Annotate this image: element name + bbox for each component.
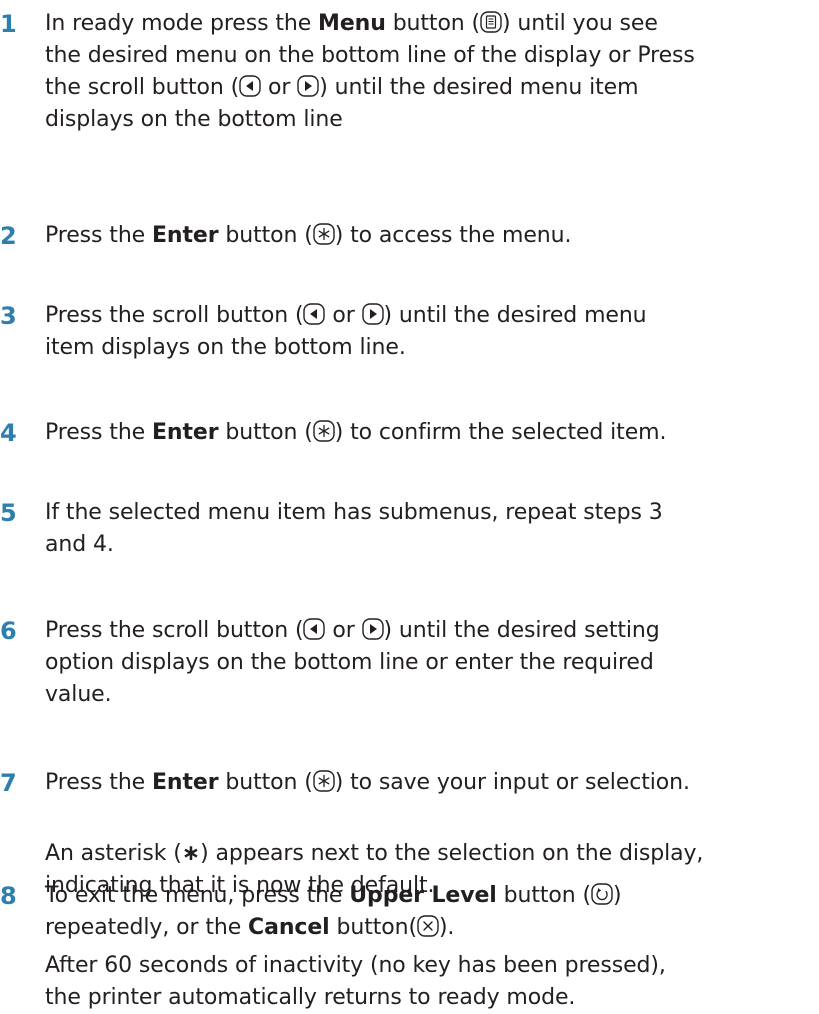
text-line: the desired menu on the bottom line of t… <box>45 40 815 72</box>
text-line: and 4. <box>45 529 815 561</box>
text-line: the scroll button ( or ) until the desir… <box>45 72 815 104</box>
scroll-right-icon <box>297 75 319 97</box>
text-run: item displays on the bottom line. <box>45 335 406 360</box>
scroll-left-icon <box>303 618 326 640</box>
step-text: Press the Enter button ( ) to save your i… <box>45 767 815 799</box>
menu-button-icon <box>480 11 502 33</box>
bold-term: Cancel <box>248 915 330 940</box>
text-run: and 4. <box>45 532 114 557</box>
text-run: Press the <box>45 420 152 445</box>
text-line: the printer automatically returns to rea… <box>45 982 815 1014</box>
step-text: To exit the menu, press the Upper Level … <box>45 880 815 944</box>
text-run: or <box>261 75 298 100</box>
enter-button-icon <box>313 420 335 442</box>
step-number: 5 <box>0 499 17 527</box>
step-text: In ready mode press the Menu button ( ) u… <box>45 8 815 136</box>
step-number: 3 <box>0 302 17 330</box>
step-number: 1 <box>0 10 17 38</box>
text-run: ) until the desired setting <box>383 618 660 643</box>
step-text: If the selected menu item has submenus, … <box>45 497 815 561</box>
text-line: repeatedly, or the Cancel button(). <box>45 912 815 944</box>
text-run: ) until the desired menu <box>383 303 647 328</box>
text-run: An asterisk ( <box>45 841 182 866</box>
bold-term: Enter <box>152 420 219 445</box>
step-text: Press the scroll button ( or ) until the… <box>45 300 815 364</box>
text-run: or <box>325 618 362 643</box>
text-run: displays on the bottom line <box>45 107 343 132</box>
step-number: 7 <box>0 769 17 797</box>
text-line: displays on the bottom line <box>45 104 815 136</box>
text-run: In ready mode press the <box>45 11 319 36</box>
step-text: Press the Enter button ( ) to access the … <box>45 220 815 252</box>
bold-term: Upper Level <box>349 883 497 908</box>
text-run: Press the scroll button ( <box>45 303 304 328</box>
text-line: item displays on the bottom line. <box>45 332 815 364</box>
text-line: An asterisk (∗) appears next to the sele… <box>45 838 815 870</box>
scroll-right-icon <box>361 303 384 325</box>
text-run: ) <box>612 883 622 908</box>
enter-button-icon <box>313 223 335 245</box>
text-line: To exit the menu, press the Upper Level … <box>45 880 815 912</box>
step-number: 8 <box>0 882 17 910</box>
text-line: Press the Enter button ( ) to access the … <box>45 220 815 252</box>
bold-term: Enter <box>152 770 219 795</box>
text-line: Press the scroll button ( or ) until the… <box>45 615 815 647</box>
text-run: the desired menu on the bottom line of t… <box>45 43 695 68</box>
text-run: value. <box>45 682 112 707</box>
text-line: value. <box>45 679 815 711</box>
scroll-left-icon <box>303 303 326 325</box>
step-note: After 60 seconds of inactivity (no key h… <box>45 950 815 1014</box>
text-run: ) to save your input or selection. <box>334 770 690 795</box>
scroll-right-icon <box>361 618 384 640</box>
text-run: ) to confirm the selected item. <box>334 420 667 445</box>
text-line: Press the Enter button ( ) to save your i… <box>45 767 815 799</box>
bold-term: Enter <box>152 223 219 248</box>
text-line: In ready mode press the Menu button ( ) u… <box>45 8 815 40</box>
text-line: Press the Enter button ( ) to confirm the… <box>45 417 815 449</box>
text-run: ) until the desired menu item <box>319 75 639 100</box>
text-line: After 60 seconds of inactivity (no key h… <box>45 950 815 982</box>
text-run: After 60 seconds of inactivity (no key h… <box>45 953 666 978</box>
upper-level-button-icon <box>591 883 613 905</box>
text-run: Press the <box>45 770 152 795</box>
enter-button-icon <box>313 770 335 792</box>
text-run: ) until you see <box>502 11 658 36</box>
text-line: If the selected menu item has submenus, … <box>45 497 815 529</box>
step-text: Press the scroll button ( or ) until the… <box>45 615 815 711</box>
text-run: ) appears next to the selection on the d… <box>200 841 704 866</box>
bold-term: ∗ <box>181 841 201 866</box>
text-run: the scroll button ( <box>45 75 240 100</box>
text-run: button ( <box>385 11 481 36</box>
text-run: button( <box>329 915 417 940</box>
text-run: option displays on the bottom line or en… <box>45 650 654 675</box>
text-run: repeatedly, or the <box>45 915 249 940</box>
scroll-left-icon <box>239 75 261 97</box>
text-run: If the selected menu item has submenus, … <box>45 500 663 525</box>
text-run: Press the <box>45 223 152 248</box>
text-run: Press the scroll button ( <box>45 618 304 643</box>
text-run: ) to access the menu. <box>334 223 572 248</box>
step-number: 4 <box>0 419 17 447</box>
text-run: or <box>325 303 362 328</box>
text-line: Press the scroll button ( or ) until the… <box>45 300 815 332</box>
text-run: To exit the menu, press the <box>45 883 350 908</box>
bold-term: Menu <box>318 11 386 36</box>
cancel-button-icon <box>417 915 439 937</box>
step-text: Press the Enter button ( ) to confirm the… <box>45 417 815 449</box>
text-run: button ( <box>218 420 313 445</box>
text-run: ). <box>438 915 455 940</box>
text-run: button ( <box>218 770 313 795</box>
step-number: 6 <box>0 617 17 645</box>
text-line: option displays on the bottom line or en… <box>45 647 815 679</box>
text-run: button ( <box>496 883 591 908</box>
text-run: button ( <box>218 223 313 248</box>
step-number: 2 <box>0 222 17 250</box>
